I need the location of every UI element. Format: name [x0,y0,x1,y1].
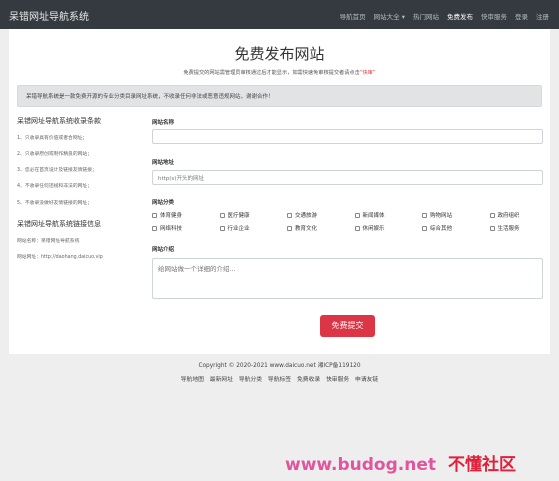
footer-links: 导航地图 最新网址 导航分类 导航标签 免费收录 快审服务 申请友链 [0,374,559,383]
site-category-label: 网站分类 [152,200,175,206]
checkbox[interactable] [219,212,225,218]
submit-button[interactable]: 免费提交 [320,315,375,337]
page-title: 免费发布网站 [234,45,325,63]
terms-item: 2、只收录原创或制作精良的网站； [17,152,93,157]
category-option[interactable]: 购物网站 [422,211,490,219]
fast-review-link[interactable]: “快审” [360,70,376,76]
main-nav: 导航首页 网站大全 ▾ 热门网站 免费发布 快审服务 登录 注册 [340,11,549,21]
nav-register[interactable]: 注册 [536,11,549,21]
checkbox[interactable] [489,225,495,231]
category-option[interactable]: 教育文化 [287,224,355,232]
watermark-name: 不懂社区 [448,455,516,475]
checkbox[interactable] [287,212,292,218]
checkbox[interactable] [287,225,292,231]
watermark-url: www.budog.net [285,455,436,475]
nav-login[interactable]: 登录 [515,11,528,21]
main-card: 免费发布网站 免费提交的网站需管理员审核通过后才能显示，如需快速免审核提交者请点… [9,29,550,354]
top-navbar: 呆错网址导航系统 导航首页 网站大全 ▾ 热门网站 免费发布 快审服务 登录 注… [0,0,559,29]
nav-home[interactable]: 导航首页 [340,11,366,21]
category-option[interactable]: 生活服务 [489,224,558,232]
category-option[interactable]: 体育健身 [152,211,220,219]
site-name-input[interactable] [152,129,543,144]
terms-title: 呆错网址导航系统收录条款 [17,117,101,125]
checkbox[interactable] [152,225,157,231]
footer-link-fast-review[interactable]: 快审服务 [326,377,349,383]
checkbox[interactable] [354,225,360,231]
nav-hot-sites[interactable]: 热门网站 [413,11,439,21]
checkbox[interactable] [489,212,495,218]
checkbox[interactable] [422,212,427,218]
footer-link-categories[interactable]: 导航分类 [239,377,262,383]
nav-site-directory[interactable]: 网站大全 ▾ [374,11,405,21]
category-option[interactable]: 行业企业 [219,224,288,232]
terms-item: 4、不收录任何违规和非法的网址； [17,184,93,189]
site-name-label: 网站名称 [152,120,175,126]
category-option[interactable]: 综合其他 [422,224,490,232]
site-intro-textarea[interactable] [152,258,543,299]
category-option[interactable]: 政府组织 [489,211,558,219]
footer-link-tags[interactable]: 导航标签 [268,377,291,383]
site-brand[interactable]: 呆错网址导航系统 [9,8,89,23]
terms-item: 1、只收录具有价值或者合网址； [17,136,88,141]
footer-link-sitemap[interactable]: 导航地图 [181,377,204,383]
links-item: 网站名称：呆错网址导航系统 [17,239,80,244]
copyright: Copyright © 2020-2021 www.daicuo.net 湘IC… [198,363,361,369]
footer-link-latest[interactable]: 最新网址 [210,377,233,383]
terms-item: 3、您必在首页设计及链接友情链接； [17,168,97,173]
category-option[interactable]: 网络科技 [152,224,220,232]
checkbox[interactable] [422,225,427,231]
info-alert: 呆错导航系统是一款免费开源的专业分类目录网址系统，不收录任何非法或恶意违规网站，… [17,85,542,107]
site-url-input[interactable]: http(s)开头的网址 [152,170,543,185]
subtitle-text: 免费提交的网站需管理员审核通过后才能显示，如需快速免审核提交者请点击 [183,70,360,76]
site-url-label: 网站地址 [152,160,175,166]
category-option[interactable]: 交通旅游 [287,211,355,219]
links-item: 网站网址：http://daohang.daicuo.vip [17,255,103,260]
footer-link-friend-link[interactable]: 申请友链 [355,377,378,383]
category-checkbox-group: 体育健身 医疗健康 交通旅游 新闻媒体 购物网站 政府组织 网络科技 行业企业 … [152,211,557,232]
category-option[interactable]: 休闲娱乐 [354,224,423,232]
checkbox[interactable] [152,212,157,218]
terms-item: 5、不收录没做好友情链接的网址； [17,201,93,206]
checkbox[interactable] [354,212,360,218]
category-option[interactable]: 医疗健康 [219,211,288,219]
site-intro-label: 网站介绍 [152,247,175,253]
checkbox[interactable] [219,225,225,231]
category-option[interactable]: 新闻媒体 [354,211,423,219]
page-subtitle: 免费提交的网站需管理员审核通过后才能显示，如需快速免审核提交者请点击“快审” [9,69,550,76]
footer-link-free-submit[interactable]: 免费收录 [297,377,320,383]
watermark: www.budog.net 不懂社区 [285,450,516,475]
nav-free-submit[interactable]: 免费发布 [447,11,473,21]
links-title: 呆错网址导航系统链接信息 [17,220,101,228]
nav-fast-review[interactable]: 快审服务 [481,11,507,21]
